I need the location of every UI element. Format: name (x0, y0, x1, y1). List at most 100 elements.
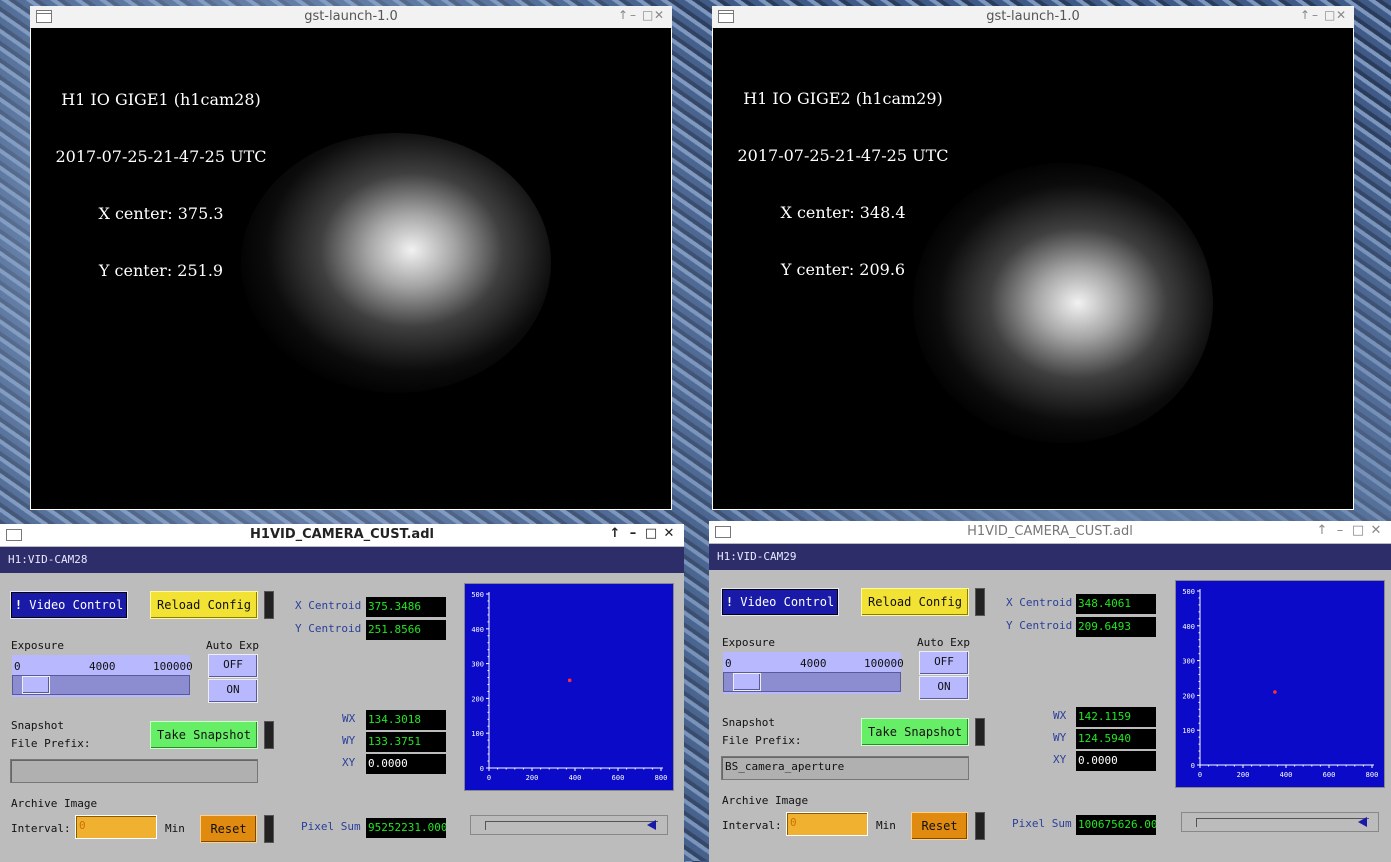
reset-button[interactable]: Reset (911, 812, 968, 840)
window-titlebar[interactable]: gst-launch-1.0 ↑–□✕ (712, 6, 1354, 29)
x-centroid-readout: 348.4061 (1076, 594, 1156, 614)
file-prefix-input[interactable] (10, 759, 258, 783)
close-icon[interactable]: ✕ (1367, 523, 1385, 538)
auto-exp-off-button[interactable]: OFF (919, 651, 969, 675)
video-control-button[interactable]: ! Video Control (10, 591, 128, 619)
overlay-camera-name: H1 IO GIGE2 (h1cam29) (743, 89, 943, 108)
y-tick-label: 200 (471, 695, 484, 703)
exposure-slider-thumb[interactable] (733, 673, 761, 691)
reload-config-button[interactable]: Reload Config (150, 591, 258, 619)
y-tick-label: 0 (480, 765, 484, 773)
wx-readout: 134.3018 (366, 710, 446, 730)
y-centroid-label: Y Centroid (1006, 619, 1073, 632)
maximize-icon[interactable]: □ (642, 8, 654, 22)
window-titlebar[interactable]: gst-launch-1.0 ↑–□✕ (30, 6, 672, 29)
file-prefix-label: File Prefix: (11, 737, 91, 750)
video-window-cam29[interactable]: gst-launch-1.0 ↑–□✕ H1 IO GIGE2 (h1cam29… (712, 6, 1354, 510)
archive-image-label: Archive Image (722, 794, 809, 807)
reset-button[interactable]: Reset (200, 815, 257, 843)
take-snapshot-button[interactable]: Take Snapshot (861, 718, 969, 746)
x-axis-ticks: 0 200 400 600 800 (487, 768, 667, 782)
close-icon[interactable]: ✕ (1336, 8, 1348, 22)
close-icon[interactable]: ✕ (654, 8, 666, 22)
up-arrow-icon[interactable]: ↑ (606, 526, 624, 541)
beam-spot (241, 133, 551, 393)
camera-control-panel-cam29[interactable]: H1VID_CAMERA_CUST.adl ↑ – □ ✕ H1:VID-CAM29 … (709, 521, 1391, 862)
scale-mid: 4000 (89, 660, 116, 673)
minimize-icon[interactable]: – (624, 526, 642, 541)
y-centroid-readout: 251.8566 (366, 620, 446, 640)
scale-min: 0 (14, 660, 21, 673)
scale-mid: 4000 (800, 657, 827, 670)
pv-name-bar: H1:VID-CAM29 (709, 544, 1391, 570)
overlay-timestamp: 2017-07-25-21-47-25 UTC (737, 146, 949, 165)
close-icon[interactable]: ✕ (660, 526, 678, 541)
x-centroid-label: X Centroid (295, 599, 362, 612)
y-tick-label: 100 (1182, 727, 1195, 735)
position-bar[interactable] (1181, 812, 1379, 832)
wy-label: WY (1053, 731, 1067, 744)
panel-titlebar[interactable]: H1VID_CAMERA_CUST.adl ↑ – □ ✕ (0, 524, 684, 547)
y-tick-label: 200 (1182, 692, 1195, 700)
exposure-slider[interactable]: 0 4000 100000 (12, 655, 193, 697)
auto-exp-on-button[interactable]: ON (919, 676, 969, 700)
wy-readout: 133.3751 (366, 732, 446, 752)
minimize-icon[interactable]: – (1331, 523, 1349, 538)
position-marker-icon (1358, 817, 1367, 827)
file-prefix-input[interactable]: BS_camera_aperture (721, 756, 969, 780)
wy-label: WY (342, 734, 356, 747)
interval-input[interactable]: 0 (786, 812, 868, 836)
video-control-label: Video Control (29, 598, 124, 612)
auto-exp-off-button[interactable]: OFF (208, 654, 258, 678)
auto-exp-on-button[interactable]: ON (208, 679, 258, 703)
scale-max: 100000 (153, 660, 193, 673)
position-bar[interactable] (470, 815, 668, 835)
wx-label: WX (1053, 709, 1067, 722)
video-window-cam28[interactable]: gst-launch-1.0 ↑–□✕ H1 IO GIGE1 (h1cam28… (30, 6, 672, 510)
panel-titlebar[interactable]: H1VID_CAMERA_CUST.adl ↑ – □ ✕ (709, 521, 1391, 544)
up-arrow-icon[interactable]: ↑ (618, 8, 630, 22)
snapshot-label: Snapshot (11, 719, 64, 732)
y-tick-label: 300 (471, 661, 484, 669)
reload-config-button[interactable]: Reload Config (861, 588, 969, 616)
up-arrow-icon[interactable]: ↑ (1300, 8, 1312, 22)
overlay-timestamp: 2017-07-25-21-47-25 UTC (55, 147, 267, 166)
camera-video-feed: H1 IO GIGE2 (h1cam29) 2017-07-25-21-47-2… (713, 28, 1353, 509)
panel-title: H1VID_CAMERA_CUST.adl (967, 524, 1133, 539)
y-axis-ticks: 500 400 300 200 100 0 (471, 591, 489, 773)
camera-control-panel-cam28[interactable]: H1VID_CAMERA_CUST.adl ↑ – □ ✕ H1:VID-CAM28 … (0, 524, 684, 862)
x-tick-label: 600 (1323, 771, 1336, 779)
exposure-slider-thumb[interactable] (22, 676, 50, 694)
interval-input[interactable]: 0 (75, 815, 157, 839)
overlay-y-center: Y center: 251.9 (98, 261, 224, 280)
maximize-icon[interactable]: □ (1324, 8, 1336, 22)
reset-status-indicator (975, 812, 985, 840)
window-controls: ↑–□✕ (1300, 8, 1348, 22)
up-arrow-icon[interactable]: ↑ (1313, 523, 1331, 538)
maximize-icon[interactable]: □ (1349, 523, 1367, 538)
y-tick-label: 400 (471, 626, 484, 634)
minimize-icon[interactable]: – (1312, 8, 1324, 22)
x-tick-label: 0 (487, 774, 491, 782)
position-bar-track (485, 821, 658, 830)
maximize-icon[interactable]: □ (642, 526, 660, 541)
reload-status-indicator (975, 588, 985, 616)
overlay-y-center: Y center: 209.6 (780, 260, 906, 279)
panel-body: ! Video Control Reload Config X Centroid… (709, 570, 1391, 862)
video-control-button[interactable]: ! Video Control (721, 588, 839, 616)
x-centroid-readout: 375.3486 (366, 597, 446, 617)
y-tick-label: 400 (1182, 623, 1195, 631)
window-controls: ↑–□✕ (1313, 523, 1385, 538)
centroid-marker (1273, 690, 1277, 694)
y-axis-ticks: 500 400 300 200 100 0 (1182, 588, 1200, 770)
position-marker-icon (647, 820, 656, 830)
pixel-sum-readout: 95252231.000 (366, 818, 446, 838)
take-snapshot-button[interactable]: Take Snapshot (150, 721, 258, 749)
y-tick-label: 0 (1191, 762, 1195, 770)
interval-label: Interval: (11, 822, 71, 835)
auto-exp-label: Auto Exp (917, 636, 970, 649)
exposure-slider[interactable]: 0 4000 100000 (723, 652, 904, 694)
centroid-plot-svg: 500 400 300 200 100 0 0 200 400 600 800 (1182, 588, 1378, 779)
wx-label: WX (342, 712, 356, 725)
minimize-icon[interactable]: – (630, 8, 642, 22)
